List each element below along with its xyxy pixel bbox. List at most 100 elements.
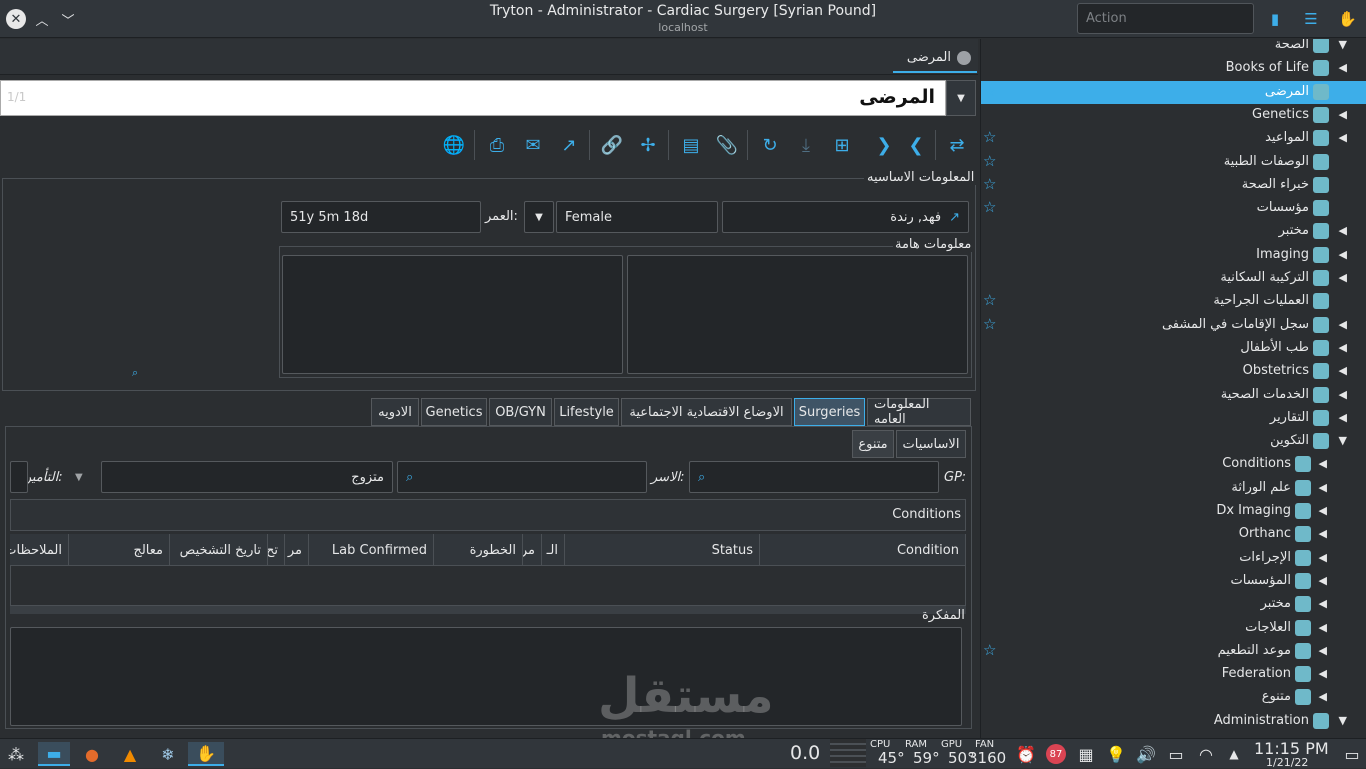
marital-status-field[interactable]: متزوج — [101, 461, 393, 493]
sidebar-item[interactable]: Dx Imaging ◀ — [981, 500, 1366, 523]
col-condition[interactable]: Condition — [760, 534, 966, 566]
sidebar-item[interactable]: Genetics ◀ — [981, 104, 1366, 127]
favorite-star-icon[interactable]: ☆ — [983, 152, 996, 170]
new-record-icon[interactable]: ⊞ — [829, 132, 855, 158]
sidebar-item[interactable]: مختبر ◀ — [981, 220, 1366, 243]
gp-search-field[interactable]: ⌕ — [689, 461, 939, 493]
maximize-icon[interactable]: ﹀ — [58, 9, 78, 29]
menu-icon[interactable]: ☰ — [1302, 10, 1320, 28]
print-icon[interactable]: ⎙ — [484, 132, 510, 158]
sidebar-item[interactable]: ☆ المرضى — [981, 80, 1366, 104]
sidebar-item[interactable]: الإجراءات ◀ — [981, 547, 1366, 570]
sidebar-item[interactable]: الخدمات الصحية ◀ — [981, 384, 1366, 407]
favorite-star-icon[interactable]: ☆ — [983, 82, 996, 100]
important-info-text-left[interactable] — [282, 255, 623, 374]
sidebar-item[interactable]: ☆ سجل الإقامات في المشفى ◀ — [981, 314, 1366, 337]
tab-patients[interactable]: المرضى — [893, 44, 977, 73]
tab-surgeries[interactable]: Surgeries — [794, 398, 865, 426]
file-manager-icon[interactable]: ▬ — [38, 742, 70, 766]
chevron-down-icon[interactable]: ▼ — [1339, 434, 1347, 447]
col-notes[interactable]: الملاحظات — [10, 534, 69, 566]
wifi-icon[interactable]: ◠ — [1194, 742, 1218, 766]
chevron-left-icon[interactable]: ◀ — [1319, 667, 1327, 680]
sidebar-item[interactable]: Administration ▼ — [981, 710, 1366, 733]
previous-icon[interactable]: ❮ — [903, 132, 929, 158]
switch-view-icon[interactable]: ⇄ — [944, 132, 970, 158]
favorite-star-icon[interactable]: ☆ — [983, 315, 996, 333]
col-status[interactable]: Status — [565, 534, 760, 566]
tryton-logo-icon[interactable]: ✋ — [1338, 10, 1357, 28]
open-record-icon[interactable]: ↗ — [949, 210, 960, 225]
sidebar-item[interactable]: الصحة ▼ — [981, 39, 1366, 57]
favorite-star-icon[interactable]: ☆ — [983, 641, 996, 659]
favorite-star-icon[interactable]: ☆ — [983, 198, 996, 216]
alarm-icon[interactable]: ⏰ — [1014, 742, 1038, 766]
sidebar-item[interactable]: Conditions ◀ — [981, 453, 1366, 476]
tab-medications[interactable]: الادويه — [371, 398, 419, 426]
tab-general-info[interactable]: المعلومات العامه — [867, 397, 971, 427]
chevron-left-icon[interactable]: ◀ — [1339, 61, 1347, 74]
sidebar-item[interactable]: Orthanc ◀ — [981, 523, 1366, 546]
favorite-star-icon[interactable]: ☆ — [983, 291, 996, 309]
clock-date[interactable]: 1/21/22 — [1266, 756, 1308, 769]
sidebar-item[interactable]: Books of Life ◀ — [981, 57, 1366, 80]
firefox-icon[interactable]: ● — [80, 742, 104, 766]
tab-lifestyle[interactable]: Lifestyle — [554, 398, 619, 426]
minimize-icon[interactable]: ︿ — [32, 9, 52, 29]
chevron-left-icon[interactable]: ◀ — [1339, 271, 1347, 284]
favorite-star-icon[interactable]: ☆ — [983, 128, 996, 146]
sidebar-item[interactable]: ☆ الوصفات الطبية — [981, 151, 1366, 174]
memo-field[interactable] — [10, 627, 962, 726]
chevron-left-icon[interactable]: ◀ — [1319, 504, 1327, 517]
insurance-field[interactable] — [10, 461, 28, 493]
sidebar-item[interactable]: ☆ مؤسسات — [981, 197, 1366, 220]
chevron-left-icon[interactable]: ◀ — [1339, 224, 1347, 237]
col-practitioner[interactable]: معالج — [69, 534, 170, 566]
tab-obgyn[interactable]: OB/GYN — [489, 398, 552, 426]
patient-name-field[interactable]: فهد, رندة ↗ — [722, 201, 969, 233]
sidebar-item[interactable]: Federation ◀ — [981, 663, 1366, 686]
tab-close-icon[interactable] — [957, 50, 971, 65]
conditions-scrollbar[interactable] — [10, 606, 966, 614]
open-external-icon[interactable]: ↗ — [556, 132, 582, 158]
chevron-left-icon[interactable]: ◀ — [1319, 690, 1327, 703]
sidebar-item[interactable]: التقارير ◀ — [981, 407, 1366, 430]
sidebar-item[interactable]: التكوين ▼ — [981, 430, 1366, 453]
sidebar-item[interactable]: طب الأطفال ◀ — [981, 337, 1366, 360]
sidebar-item[interactable]: ☆ العمليات الجراحية — [981, 290, 1366, 313]
clipboard-icon[interactable]: ▦ — [1074, 742, 1098, 766]
important-info-text-right[interactable] — [627, 255, 968, 374]
desktop-icon[interactable]: ▭ — [1340, 742, 1364, 766]
chevron-left-icon[interactable]: ◀ — [1339, 341, 1347, 354]
col-mr[interactable]: مر — [523, 534, 542, 566]
sidebar-item[interactable]: التركيبة السكانية ◀ — [981, 267, 1366, 290]
favorite-star-icon[interactable]: ☆ — [983, 175, 996, 193]
settings-icon[interactable]: ❄ — [156, 742, 180, 766]
marital-dropdown-icon[interactable]: ▼ — [75, 472, 83, 483]
app-launcher-icon[interactable]: ⁂ — [4, 742, 28, 766]
action-fan-icon[interactable]: ✢ — [635, 132, 661, 158]
chevron-left-icon[interactable]: ◀ — [1339, 318, 1347, 331]
reload-icon[interactable]: ↻ — [757, 132, 783, 158]
gender-dropdown-icon[interactable]: ▼ — [524, 201, 554, 233]
col-mr2[interactable]: مر — [285, 534, 309, 566]
col-severity[interactable]: الخطورة — [434, 534, 523, 566]
close-icon[interactable]: ✕ — [6, 9, 26, 29]
chevron-left-icon[interactable]: ◀ — [1319, 551, 1327, 564]
email-icon[interactable]: ✉ — [520, 132, 546, 158]
search-dropdown-button[interactable]: ▼ — [946, 80, 976, 116]
gender-field[interactable]: Female — [556, 201, 718, 233]
sidebar-item[interactable]: العلاجات ◀ — [981, 617, 1366, 640]
chevron-left-icon[interactable]: ◀ — [1339, 131, 1347, 144]
family-search-field[interactable]: ⌕ — [397, 461, 647, 493]
note-icon[interactable]: ▤ — [678, 132, 704, 158]
sidebar-item[interactable]: المؤسسات ◀ — [981, 570, 1366, 593]
sidebar-item[interactable]: مختبر ◀ — [981, 593, 1366, 616]
action-input[interactable]: Action — [1077, 3, 1254, 34]
sidebar-item[interactable]: متنوع ◀ — [981, 686, 1366, 709]
search-bar[interactable]: 1/1 المرضى — [0, 80, 946, 116]
sidebar-item[interactable]: ☆ المواعيد ◀ — [981, 127, 1366, 150]
next-icon[interactable]: ❯ — [871, 132, 897, 158]
col-th[interactable]: تح — [268, 534, 285, 566]
tab-socioeconomics[interactable]: الاوضاع الاقتصادية الاجتماعية — [621, 398, 792, 426]
